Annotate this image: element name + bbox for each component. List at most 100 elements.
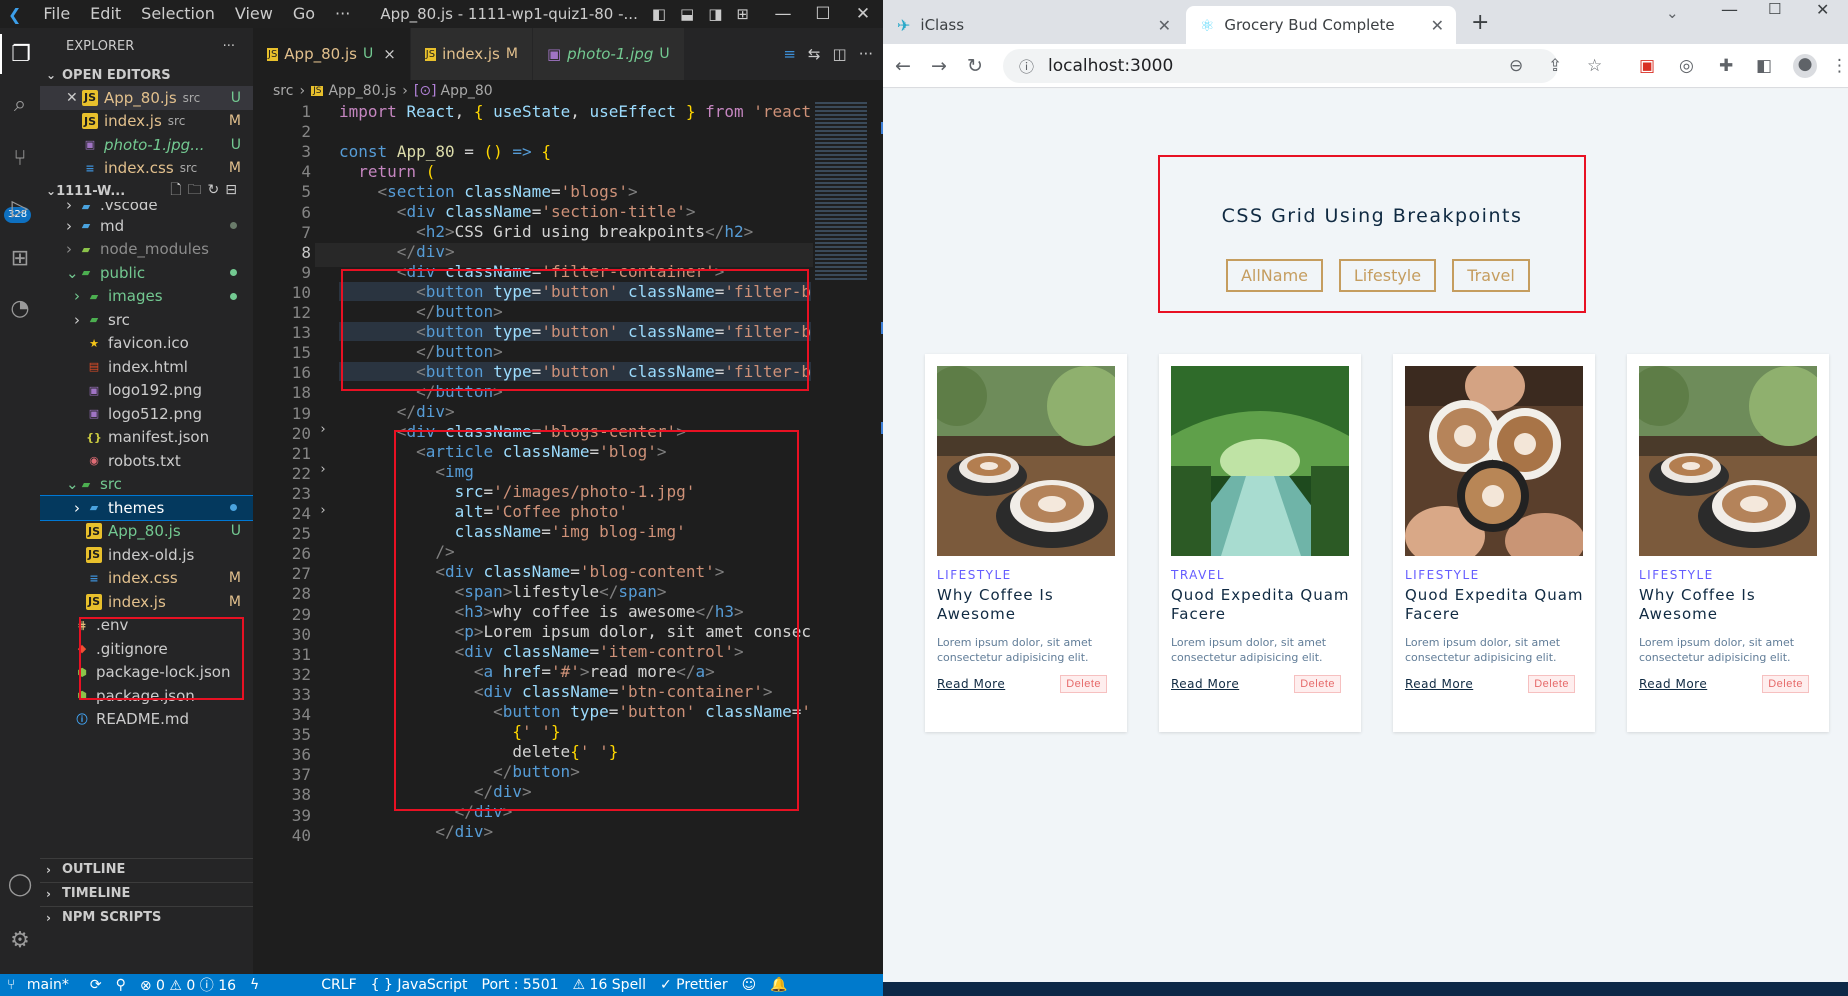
tree-item[interactable]: ▣ logo512.png — [40, 402, 253, 426]
git-graph-icon[interactable]: ⚲ — [109, 977, 133, 993]
close-window-icon[interactable]: ✕ — [1816, 0, 1829, 19]
problems-status[interactable]: ⊗ 0 ⚠ 0 ⓘ 16 — [133, 975, 243, 995]
menu-file[interactable]: File — [33, 0, 80, 28]
extensions-puzzle-icon[interactable]: ✚ — [1719, 56, 1733, 76]
prettier-status[interactable]: ✓ Prettier — [653, 977, 735, 993]
source-control-icon[interactable]: ⑂ — [0, 138, 40, 178]
spell-status[interactable]: ⚠ 16 Spell — [566, 977, 653, 993]
tree-item[interactable]: › ▰ images — [40, 285, 253, 309]
tree-item[interactable]: › ▰ src — [40, 308, 253, 332]
browser-tab-iclass[interactable]: ✈ iClass ✕ — [883, 6, 1183, 44]
forward-icon[interactable]: → — [931, 55, 947, 77]
more-actions-icon[interactable]: ··· — [859, 45, 873, 63]
tree-item[interactable]: ◉ robots.txt — [40, 449, 253, 473]
read-more-link[interactable]: Read More — [937, 677, 1005, 691]
side-panel-icon[interactable]: ◧ — [1756, 56, 1772, 76]
bookmark-star-icon[interactable]: ☆ — [1587, 56, 1602, 76]
lightning-icon[interactable]: ϟ — [243, 977, 266, 993]
open-editor-item[interactable]: JS index.js src M — [40, 110, 253, 134]
fold-chevron-icon[interactable]: › — [319, 503, 327, 518]
fold-chevron-icon[interactable]: › — [319, 422, 327, 437]
tree-item[interactable]: ★ favicon.ico — [40, 332, 253, 356]
toggle-sidebar-icon[interactable]: ◧ — [652, 5, 666, 23]
tree-item[interactable]: › ▰ themes — [40, 495, 253, 521]
share-icon[interactable]: ⇪ — [1548, 56, 1562, 76]
menu-view[interactable]: View — [225, 0, 283, 28]
extension-red-icon[interactable]: ▣ — [1639, 56, 1655, 76]
explorer-actions-icons[interactable]: 🗋🗀↻⊟ — [170, 179, 243, 203]
close-tab-icon[interactable]: ✕ — [1431, 16, 1444, 35]
tree-item[interactable]: ▤ index.html — [40, 355, 253, 379]
site-info-icon[interactable]: ⓘ — [1019, 56, 1034, 77]
new-tab-icon[interactable]: + — [1471, 10, 1489, 35]
notifications-icon[interactable]: 🔔 — [763, 977, 794, 993]
timeline-section[interactable]: › TIMELINE — [40, 882, 253, 904]
tree-item[interactable]: JS App_80.js U — [40, 520, 253, 544]
filter-button-allname[interactable]: AllName — [1226, 259, 1323, 292]
chrome-menu-icon[interactable]: ⋮ — [1831, 56, 1848, 76]
branch-status[interactable]: ⑂ main* — [0, 977, 83, 993]
address-bar[interactable]: ⓘ localhost:3000 — [1003, 49, 1558, 83]
read-more-link[interactable]: Read More — [1639, 677, 1707, 691]
open-editor-item[interactable]: ▣ photo-1.jpg... U — [40, 133, 253, 157]
back-icon[interactable]: ← — [895, 55, 911, 77]
browser-tab-grocery[interactable]: ⚛ Grocery Bud Complete ✕ — [1186, 6, 1456, 44]
menu-selection[interactable]: Selection — [131, 0, 225, 28]
tree-item[interactable]: ⬢ package-lock.json — [40, 661, 253, 685]
filter-button-travel[interactable]: Travel — [1452, 259, 1530, 292]
sync-icon[interactable]: ⟳ — [83, 977, 109, 993]
delete-button[interactable]: Delete — [1762, 675, 1809, 693]
tree-item[interactable]: › ▰ md — [40, 214, 253, 238]
tab-app80[interactable]: JS App_80.js U × — [253, 28, 411, 80]
toggle-secondary-sidebar-icon[interactable]: ◨ — [708, 5, 722, 23]
language-status[interactable]: { } JavaScript — [364, 977, 475, 993]
menu-edit[interactable]: Edit — [80, 0, 131, 28]
tree-item[interactable]: ⓘ README.md — [40, 708, 253, 732]
delete-button[interactable]: Delete — [1294, 675, 1341, 693]
accounts-icon[interactable]: ◯ — [0, 864, 40, 904]
tree-item[interactable]: ⌄ ▰ src — [40, 473, 253, 497]
tab-photo[interactable]: ▣ photo-1.jpg U — [532, 28, 685, 80]
search-icon[interactable]: ⌕ — [0, 84, 40, 124]
workspace-section[interactable]: ⌄1111-W... 🗋🗀↻⊟ — [40, 180, 253, 202]
open-editor-item[interactable]: ≡ index.css src M — [40, 157, 253, 181]
code-editor[interactable]: 1 2 3 4 5 6 7 8 9 10 12 13 15 16 18 19 20 21 22 23 24 25 26 27 2… — [253, 102, 813, 974]
tab-index-js[interactable]: JS index.js M — [410, 28, 533, 80]
tab-close-icon[interactable]: × — [383, 45, 396, 63]
close-icon[interactable]: ✕ — [843, 4, 883, 24]
explorer-icon[interactable]: ❐ — [0, 34, 40, 74]
compare-icon[interactable]: ⇆ — [808, 45, 821, 63]
tree-item[interactable]: › ▰ .vscode — [40, 202, 253, 214]
maximize-icon[interactable]: ☐ — [803, 4, 843, 24]
tree-item[interactable]: › ▰ node_modules — [40, 238, 253, 262]
maximize-icon[interactable]: ☐ — [1768, 0, 1781, 18]
profile-avatar-icon[interactable]: ● — [1793, 54, 1817, 78]
close-tab-icon[interactable]: ✕ — [1158, 16, 1171, 35]
open-editors-section[interactable]: ⌄ OPEN EDITORS — [40, 64, 253, 86]
more-actions-icon[interactable]: ··· — [223, 39, 235, 54]
run-debug-icon[interactable]: ▷ — [0, 188, 40, 228]
filter-button-lifestyle[interactable]: Lifestyle — [1339, 259, 1436, 292]
minimize-icon[interactable]: — — [763, 4, 803, 24]
git-graph-icon[interactable]: ◔ — [0, 288, 40, 328]
css-icon[interactable]: ≡ — [783, 45, 796, 63]
tree-item[interactable]: ◆ .gitignore — [40, 637, 253, 661]
tree-item[interactable]: {} manifest.json — [40, 426, 253, 450]
minimize-icon[interactable]: — — [1721, 0, 1738, 20]
reload-icon[interactable]: ↻ — [967, 55, 983, 77]
read-more-link[interactable]: Read More — [1405, 677, 1473, 691]
close-editor-icon[interactable]: ✕ — [66, 90, 82, 106]
settings-gear-icon[interactable]: ⚙ — [0, 920, 40, 960]
npm-scripts-section[interactable]: › NPM SCRIPTS — [40, 906, 253, 928]
tree-item[interactable]: JS index.js M — [40, 590, 253, 614]
customize-layout-icon[interactable]: ⊞ — [736, 5, 749, 23]
split-editor-icon[interactable]: ◫ — [833, 45, 847, 63]
feedback-icon[interactable]: ☺ — [735, 977, 764, 993]
toggle-panel-icon[interactable]: ⬓ — [680, 5, 694, 23]
menu-go[interactable]: Go — [283, 0, 325, 28]
tree-item[interactable]: ⬢ package.json — [40, 684, 253, 708]
outline-section[interactable]: › OUTLINE — [40, 858, 253, 880]
breadcrumb-item[interactable]: App_80.js — [328, 83, 396, 99]
breadcrumb-item[interactable]: App_80 — [441, 83, 493, 99]
tree-item[interactable]: ⌄ ▰ public — [40, 261, 253, 285]
